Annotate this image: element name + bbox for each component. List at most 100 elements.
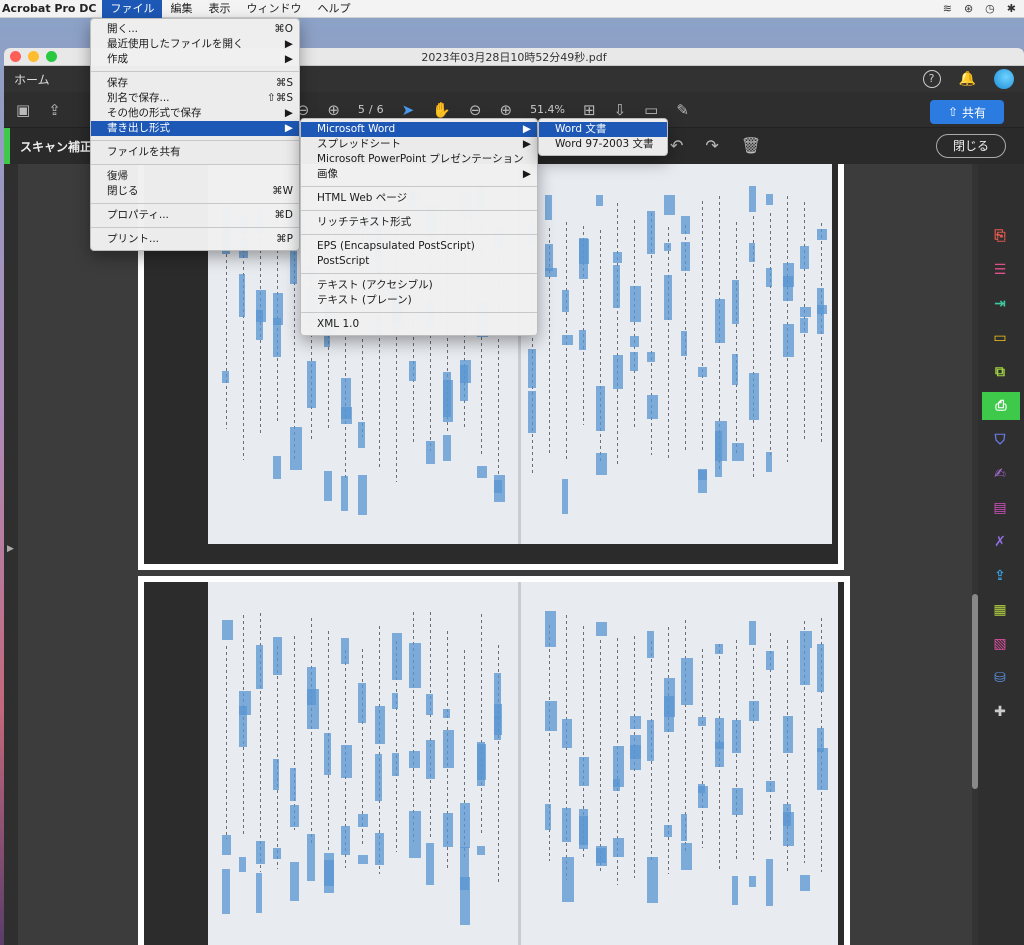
export-item-html[interactable]: HTML Web ページ <box>301 191 537 206</box>
ocr-highlight <box>732 719 741 753</box>
ocr-highlight <box>460 364 469 401</box>
bell-icon[interactable]: 🔔 <box>959 71 976 87</box>
text-column <box>243 231 244 461</box>
ocr-highlight <box>409 642 421 688</box>
ocr-highlight <box>749 373 759 420</box>
hand-icon[interactable]: ✋ <box>432 101 451 119</box>
ocr-highlight <box>239 691 251 715</box>
export-item-powerpoint[interactable]: Microsoft PowerPoint プレゼンテーション <box>301 152 537 167</box>
app-menu[interactable]: Acrobat Pro DC <box>0 2 102 15</box>
close-scan-button[interactable]: 閉じる <box>936 134 1006 158</box>
menu-separator <box>301 186 537 187</box>
export-item-image[interactable]: 画像 ▶ <box>301 167 537 182</box>
ocr-highlight <box>766 451 773 473</box>
menu-item-save-other[interactable]: その他の形式で保存 ▶ <box>91 106 299 121</box>
ocr-highlight <box>222 619 234 640</box>
export-item-eps[interactable]: EPS (Encapsulated PostScript) <box>301 239 537 254</box>
page-indicator: 5 / 6 <box>358 103 384 116</box>
scroll-mode-icon[interactable]: ⇩ <box>614 101 627 119</box>
menu-item-share-file[interactable]: ファイルを共有 <box>91 145 299 160</box>
trash-icon[interactable]: 🗑 <box>741 136 761 155</box>
fit-page-icon[interactable]: ⊞ <box>583 101 596 119</box>
time-machine-icon[interactable]: ◷ <box>985 2 995 15</box>
export-item-spreadsheet[interactable]: スプレッドシート ▶ <box>301 137 537 152</box>
redo-icon[interactable]: ↷ <box>705 136 718 155</box>
tab-home[interactable]: ホーム <box>14 71 50 88</box>
comment-icon[interactable]: ▭ <box>644 101 658 119</box>
expand-left-panel-icon[interactable]: ▶ <box>7 544 14 554</box>
help-icon[interactable]: ? <box>922 70 941 88</box>
upload-icon[interactable]: ⇪ <box>48 101 61 119</box>
select-cursor-icon[interactable]: ➤ <box>402 101 415 119</box>
ocr-highlight <box>681 241 690 271</box>
comment-tool-icon[interactable]: ▭ <box>986 324 1014 352</box>
bluetooth-icon[interactable]: ✱ <box>1007 2 1016 15</box>
menu-item-save-as[interactable]: 別名で保存... ⇧⌘S <box>91 91 299 106</box>
ocr-highlight <box>426 740 436 780</box>
undo-icon[interactable]: ↶ <box>670 136 683 155</box>
combine-icon[interactable]: ⛁ <box>986 664 1014 692</box>
menu-item-revert[interactable]: 復帰 <box>91 169 299 184</box>
next-page-icon[interactable]: ⊕ <box>327 101 340 119</box>
edit-pdf-icon[interactable]: ▤ <box>986 494 1014 522</box>
protect-icon[interactable]: ⛉ <box>986 426 1014 454</box>
share-button[interactable]: ⇧ 共有 <box>930 100 1004 124</box>
export-item-rtf[interactable]: リッチテキスト形式 <box>301 215 537 230</box>
ocr-highlight <box>392 753 399 776</box>
page-current[interactable]: 5 <box>358 103 365 116</box>
wifi-icon[interactable]: ≋ <box>943 2 952 15</box>
save-icon[interactable]: ▣ <box>16 101 30 119</box>
zoom-out-icon[interactable]: ⊖ <box>469 101 482 119</box>
ocr-highlight <box>630 286 641 322</box>
ocr-highlight <box>562 719 572 749</box>
redact-icon[interactable]: ▧ <box>986 630 1014 658</box>
pen-icon[interactable]: ✎ <box>676 101 689 119</box>
menu-item-recent[interactable]: 最近使用したファイルを開く ▶ <box>91 37 299 52</box>
menu-window[interactable]: ウィンドウ <box>238 0 309 18</box>
menu-item-export[interactable]: 書き出し形式 ▶ <box>91 121 299 136</box>
share-tool-icon[interactable]: ⇪ <box>986 562 1014 590</box>
word-item-doc[interactable]: Word 97-2003 文書 <box>539 137 667 152</box>
word-item-docx[interactable]: Word 文書 <box>539 122 667 137</box>
text-column <box>617 203 618 466</box>
scan-ocr-icon[interactable]: ⎙ <box>982 392 1020 420</box>
compare-icon[interactable]: ⧉ <box>986 358 1014 386</box>
more-tools-icon[interactable]: ✚ <box>986 698 1014 726</box>
export-item-text-plain[interactable]: テキスト (プレーン) <box>301 293 537 308</box>
menu-edit[interactable]: 編集 <box>162 0 200 18</box>
avatar[interactable] <box>994 69 1014 89</box>
export-item-text-accessible[interactable]: テキスト (アクセシブル) <box>301 278 537 293</box>
request-signature-icon[interactable]: ✗ <box>986 528 1014 556</box>
menu-item-close[interactable]: 閉じる ⌘W <box>91 184 299 199</box>
ocr-highlight <box>545 244 554 271</box>
menu-view[interactable]: 表示 <box>200 0 238 18</box>
menu-item-print[interactable]: プリント... ⌘P <box>91 232 299 247</box>
ocr-highlight <box>545 610 556 647</box>
text-column <box>430 612 431 839</box>
zoom-in-icon[interactable]: ⊕ <box>499 101 512 119</box>
menu-help[interactable]: ヘルプ <box>309 0 358 18</box>
menu-item-create[interactable]: 作成 ▶ <box>91 52 299 67</box>
menu-item-properties[interactable]: プロパティ... ⌘D <box>91 208 299 223</box>
export-item-postscript[interactable]: PostScript <box>301 254 537 269</box>
export-item-word[interactable]: Microsoft Word ▶ <box>301 122 537 137</box>
text-column <box>226 645 227 840</box>
menu-file[interactable]: ファイル <box>102 0 163 18</box>
accessibility-icon[interactable]: ⊛ <box>964 2 973 15</box>
text-column <box>821 223 822 446</box>
ocr-highlight <box>817 229 828 240</box>
ocr-highlight <box>273 848 282 859</box>
menu-separator <box>301 210 537 211</box>
menu-item-open[interactable]: 開く... ⌘O <box>91 22 299 37</box>
export-item-xml[interactable]: XML 1.0 <box>301 317 537 332</box>
ocr-highlight <box>239 856 246 873</box>
fill-sign-icon[interactable]: ✍ <box>986 460 1014 488</box>
organize-pages-icon[interactable]: ☰ <box>986 256 1014 284</box>
menu-item-save[interactable]: 保存 ⌘S <box>91 76 299 91</box>
export-pdf-icon[interactable]: ⇥ <box>986 290 1014 318</box>
ocr-highlight <box>443 379 454 423</box>
create-pdf-icon[interactable]: ⎘ <box>986 222 1014 250</box>
share-icon: ⇧ <box>947 105 959 119</box>
zoom-level[interactable]: 51.4% <box>530 103 565 116</box>
stamp-icon[interactable]: ▦ <box>986 596 1014 624</box>
